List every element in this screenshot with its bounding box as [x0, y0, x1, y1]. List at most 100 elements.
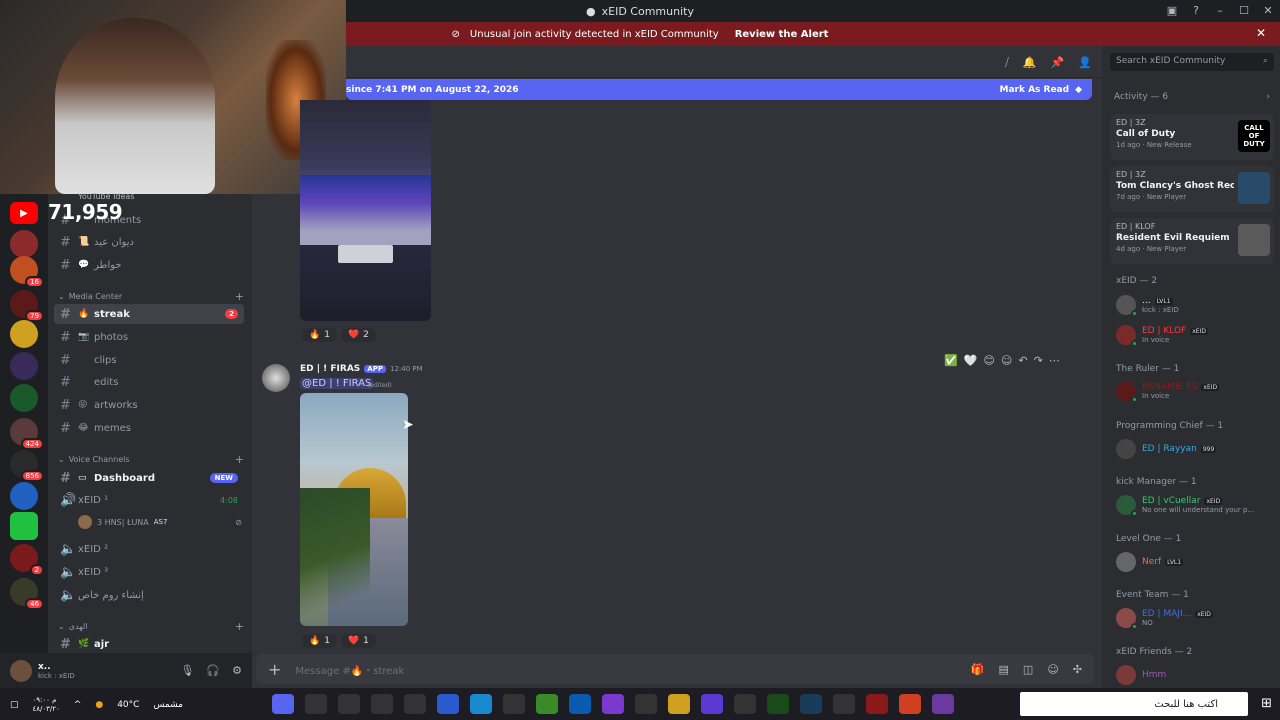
add-attachment-icon[interactable]: +	[268, 660, 281, 679]
category-alhuda[interactable]: ⌄ الهدى +	[58, 620, 244, 633]
app-icon[interactable]	[536, 694, 558, 714]
clock[interactable]: م ٠٩:٠٠ ٤٨/٠٣/٢٠	[33, 696, 60, 714]
server-icon[interactable]: 46	[10, 578, 44, 610]
microphone-icon[interactable]: 🎙	[180, 664, 194, 677]
channel-ajr[interactable]: # 🌿 ajr	[54, 634, 244, 653]
weather-temp[interactable]: 40°C	[117, 700, 139, 710]
voice-channel-create[interactable]: 🔈 إنشاء روم خاص	[54, 585, 244, 605]
member-item[interactable]: ... LVL1 kick : xEID	[1116, 290, 1274, 320]
server-icon[interactable]	[10, 352, 38, 380]
heart-reaction-icon[interactable]: 🤍	[964, 354, 978, 367]
chevron-up-icon[interactable]: ^	[74, 700, 82, 710]
add-reaction-icon[interactable]: ☺	[1001, 354, 1012, 367]
edge-app-icon[interactable]	[470, 694, 492, 714]
channel-khawater[interactable]: # 💬 خواطر	[54, 255, 244, 275]
message-image-setup[interactable]	[300, 100, 431, 321]
member-item[interactable]: ENNAMIE PS xEID In voice	[1116, 376, 1274, 406]
reaction-heart[interactable]: ❤️ 2	[340, 328, 376, 342]
member-item[interactable]: Hmm	[1116, 660, 1274, 688]
activity-card[interactable]: ED | 3Z Tom Clancy's Ghost Recon ... 7d …	[1110, 166, 1274, 212]
steam-app-icon[interactable]	[800, 694, 822, 714]
channel-diwan[interactable]: # 📜 ديوان عيد	[54, 232, 244, 252]
server-icon[interactable]	[10, 384, 38, 412]
activity-header[interactable]: Activity — 6 ›	[1114, 92, 1270, 102]
gift-icon[interactable]: 🎁	[971, 663, 985, 676]
channel-memes[interactable]: # 😂 memes	[54, 418, 244, 438]
mention[interactable]: @ED | ! FIRAS	[300, 378, 374, 389]
server-icon[interactable]: 2	[10, 544, 44, 576]
voice-channel-xeid-1[interactable]: 🔊 xEID ¹ 4:08	[54, 490, 244, 510]
app-icon[interactable]	[833, 694, 855, 714]
server-icon[interactable]: 16	[10, 256, 44, 288]
channel-photos[interactable]: # 📷 photos	[54, 327, 244, 347]
windows-start-icon[interactable]: ⊞	[1261, 696, 1272, 711]
discord-app-icon[interactable]	[272, 694, 294, 714]
members-icon[interactable]: 👤	[1078, 56, 1092, 70]
reaction-heart[interactable]: ❤️ 1	[340, 634, 376, 648]
smile-reaction-icon[interactable]: 😊	[983, 354, 994, 367]
message-composer[interactable]: + Message #🔥・streak 🎁 ▤ ◫ ☺ ✣	[256, 654, 1094, 684]
maximize-button[interactable]: ☐	[1232, 0, 1256, 22]
headphones-icon[interactable]: 🎧	[206, 664, 220, 677]
help-icon[interactable]: ?	[1184, 0, 1208, 22]
more-icon[interactable]: ⋯	[1049, 354, 1060, 367]
chrome-app-icon[interactable]	[899, 694, 921, 714]
add-channel-icon[interactable]: +	[235, 453, 244, 466]
channel-artworks[interactable]: # 😝 artworks	[54, 395, 244, 415]
minimize-button[interactable]: –	[1208, 0, 1232, 22]
category-voice-channels[interactable]: ⌄ Voice Channels +	[58, 453, 244, 466]
apps-icon[interactable]: ✣	[1073, 663, 1082, 676]
member-item[interactable]: Nerf LVL1	[1116, 547, 1274, 577]
composer-placeholder[interactable]: Message #🔥・streak	[295, 662, 404, 677]
gif-icon[interactable]: ▤	[999, 663, 1009, 676]
message-image-dome[interactable]	[300, 393, 408, 626]
app-icon[interactable]	[635, 694, 657, 714]
server-icon[interactable]: 79	[10, 290, 44, 322]
add-channel-icon[interactable]: +	[235, 290, 244, 303]
gear-icon[interactable]: ⚙	[232, 664, 242, 677]
member-item[interactable]: ED | MAJI... xEID NO	[1116, 603, 1274, 633]
app-icon[interactable]	[305, 694, 327, 714]
inbox-icon[interactable]: ▣	[1160, 0, 1184, 22]
server-icon[interactable]: 424	[10, 418, 44, 450]
review-alert-button[interactable]: Review the Alert	[735, 29, 829, 40]
app-icon[interactable]	[866, 694, 888, 714]
channel-clips[interactable]: # clips	[54, 350, 244, 370]
close-icon[interactable]: ✕	[1256, 26, 1266, 40]
mark-as-read-button[interactable]: Mark As Read	[999, 85, 1069, 95]
server-icon[interactable]	[10, 320, 38, 348]
voice-channel-xeid-2[interactable]: 🔈 xEID ²	[54, 539, 244, 559]
epic-app-icon[interactable]	[734, 694, 756, 714]
app-icon[interactable]	[503, 694, 525, 714]
notification-icon[interactable]: ▢	[10, 700, 19, 710]
reply-icon[interactable]: ↶	[1018, 354, 1027, 367]
voice-channel-xeid-3[interactable]: 🔈 xEID ³	[54, 562, 244, 582]
sticker-icon[interactable]: ◫	[1023, 663, 1033, 676]
bell-icon[interactable]: 🔔	[1023, 56, 1037, 70]
taskbar-search[interactable]: اكتب هنا للبحث	[1020, 692, 1248, 716]
mail-app-icon[interactable]	[437, 694, 459, 714]
avatar[interactable]	[262, 364, 290, 392]
kick-server-icon[interactable]	[10, 512, 38, 540]
new-messages-bar[interactable]: since 7:41 PM on August 22, 2026 Mark As…	[346, 79, 1092, 100]
outlook-app-icon[interactable]	[569, 694, 591, 714]
forward-icon[interactable]: ↷	[1034, 354, 1043, 367]
member-item[interactable]: ED | KLOF xEID In voice	[1116, 320, 1274, 350]
channel-streak[interactable]: # 🔥 streak 2	[54, 304, 244, 324]
app-icon[interactable]	[338, 694, 360, 714]
avatar[interactable]	[10, 659, 32, 682]
reaction-fire[interactable]: 🔥 1	[302, 328, 337, 342]
member-item[interactable]: ED | vCuellar xEID No one will understand …	[1116, 490, 1274, 520]
message-author[interactable]: ED | ! FIRAS	[300, 364, 360, 374]
category-media-center[interactable]: ⌄ Media Center +	[58, 290, 244, 303]
activity-card[interactable]: ED | KLOF Resident Evil Requiem 4d ago ·…	[1110, 218, 1274, 264]
app-icon[interactable]	[932, 694, 954, 714]
pin-icon[interactable]: 📌	[1051, 56, 1065, 70]
app-icon[interactable]	[701, 694, 723, 714]
emoji-icon[interactable]: ☺	[1047, 663, 1058, 676]
app-icon[interactable]	[602, 694, 624, 714]
server-icon[interactable]: 856	[10, 450, 44, 482]
channel-edits[interactable]: # edits	[54, 372, 244, 392]
tiktok-app-icon[interactable]	[371, 694, 393, 714]
app-icon[interactable]	[767, 694, 789, 714]
